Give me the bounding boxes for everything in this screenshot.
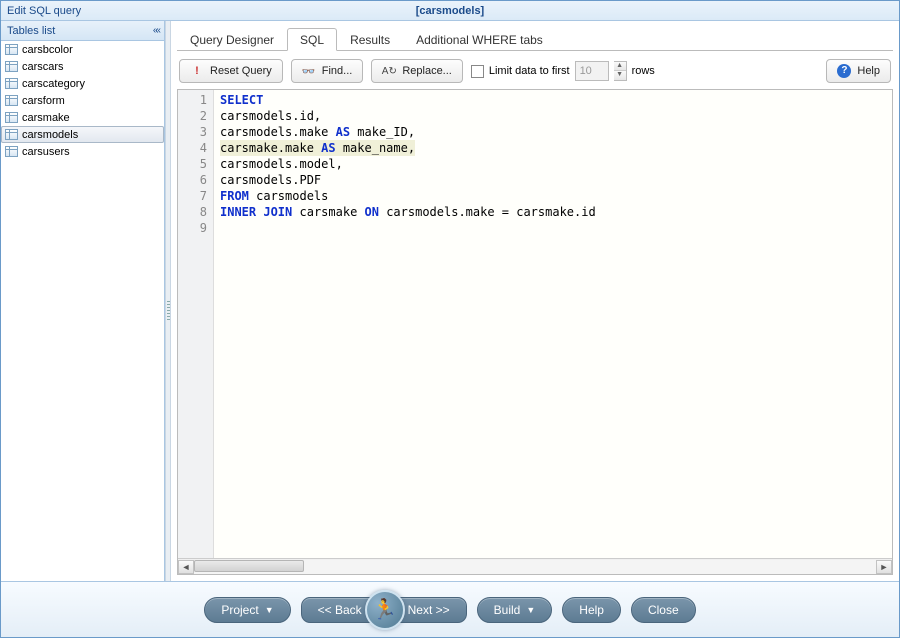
limit-group: Limit data to first ▲ ▼ rows (471, 61, 655, 81)
titlebar-center: [carsmodels] (1, 5, 899, 17)
editor-body: 123456789 SELECTcarsmodels.id,carsmodels… (178, 90, 892, 558)
back-label: << Back (318, 603, 362, 617)
scroll-thumb[interactable] (194, 560, 304, 572)
limit-spinner[interactable]: ▲ ▼ (614, 61, 627, 81)
tables-header-label: Tables list (7, 25, 55, 37)
table-item-label: carscars (22, 61, 64, 73)
build-button[interactable]: Build ▼ (477, 597, 553, 623)
tabs: Query DesignerSQLResultsAdditional WHERE… (177, 27, 893, 51)
find-label: Find... (322, 65, 353, 77)
table-item-carsmodels[interactable]: carsmodels (1, 126, 164, 143)
sql-editor-window: Edit SQL query [carsmodels] Tables list … (0, 0, 900, 638)
caret-down-icon: ▼ (265, 605, 274, 615)
table-item-label: carsmake (22, 112, 70, 124)
titlebar: Edit SQL query [carsmodels] (1, 1, 899, 21)
table-item-label: carsform (22, 95, 65, 107)
replace-icon: A↻ (382, 66, 396, 77)
table-icon (5, 78, 18, 89)
build-label: Build (494, 603, 521, 617)
exclamation-icon: ! (190, 65, 204, 77)
scroll-left-icon[interactable]: ◄ (178, 560, 194, 574)
close-button[interactable]: Close (631, 597, 696, 623)
find-button[interactable]: 👓 Find... (291, 59, 364, 83)
help-label: Help (857, 65, 880, 77)
footer-help-label: Help (579, 603, 604, 617)
limit-checkbox[interactable] (471, 65, 484, 78)
main-panel: Query DesignerSQLResultsAdditional WHERE… (171, 21, 899, 581)
collapse-icon[interactable]: «« (153, 25, 158, 36)
code-editor: 123456789 SELECTcarsmodels.id,carsmodels… (177, 89, 893, 575)
footer: Project ▼ << Back 🏃 Next >> Build ▼ Help… (1, 581, 899, 637)
rows-label: rows (632, 65, 655, 77)
caret-down-icon: ▼ (526, 605, 535, 615)
reset-query-button[interactable]: ! Reset Query (179, 59, 283, 83)
tab-sql[interactable]: SQL (287, 28, 337, 51)
replace-button[interactable]: A↻ Replace... (371, 59, 463, 83)
table-item-carsbcolor[interactable]: carsbcolor (1, 41, 164, 58)
table-item-label: carsbcolor (22, 44, 73, 56)
titlebar-left: Edit SQL query (7, 5, 81, 17)
table-icon (5, 44, 18, 55)
table-item-label: carsmodels (22, 129, 78, 141)
scroll-right-icon[interactable]: ► (876, 560, 892, 574)
tables-list: carsbcolor carscars carscategory carsform ca… (1, 41, 164, 581)
run-button[interactable]: 🏃 (365, 590, 405, 630)
table-item-label: carsusers (22, 146, 70, 158)
limit-input[interactable] (575, 61, 609, 81)
table-icon (5, 146, 18, 157)
table-item-carscars[interactable]: carscars (1, 58, 164, 75)
nav-group: << Back 🏃 Next >> (301, 590, 467, 630)
run-icon: 🏃 (372, 597, 397, 622)
tab-query-designer[interactable]: Query Designer (177, 28, 287, 51)
code-area[interactable]: SELECTcarsmodels.id,carsmodels.make AS m… (214, 90, 892, 558)
project-label: Project (221, 603, 258, 617)
replace-label: Replace... (402, 65, 452, 77)
tables-sidebar: Tables list «« carsbcolor carscars carscat… (1, 21, 165, 581)
splitter[interactable] (165, 21, 171, 581)
body: Tables list «« carsbcolor carscars carscat… (1, 21, 899, 581)
tab-results[interactable]: Results (337, 28, 403, 51)
table-item-carsusers[interactable]: carsusers (1, 143, 164, 160)
horizontal-scrollbar[interactable]: ◄ ► (178, 558, 892, 574)
table-icon (5, 95, 18, 106)
table-item-carsform[interactable]: carsform (1, 92, 164, 109)
help-button[interactable]: ? Help (826, 59, 891, 83)
limit-label: Limit data to first (489, 65, 570, 77)
tables-header[interactable]: Tables list «« (1, 21, 164, 41)
footer-help-button[interactable]: Help (562, 597, 621, 623)
project-button[interactable]: Project ▼ (204, 597, 290, 623)
table-item-label: carscategory (22, 78, 85, 90)
spinner-up-icon[interactable]: ▲ (614, 62, 626, 71)
table-icon (5, 112, 18, 123)
tab-additional-where-tabs[interactable]: Additional WHERE tabs (403, 28, 556, 51)
next-label: Next >> (408, 603, 450, 617)
table-icon (5, 61, 18, 72)
close-label: Close (648, 603, 679, 617)
toolbar: ! Reset Query 👓 Find... A↻ Replace... Li… (177, 51, 893, 89)
table-icon (5, 129, 18, 140)
scroll-track[interactable] (194, 560, 876, 574)
line-gutter: 123456789 (178, 90, 214, 558)
binoculars-icon: 👓 (302, 65, 316, 78)
table-item-carsmake[interactable]: carsmake (1, 109, 164, 126)
reset-label: Reset Query (210, 65, 272, 77)
spinner-down-icon[interactable]: ▼ (614, 71, 626, 80)
help-icon: ? (837, 64, 851, 78)
table-item-carscategory[interactable]: carscategory (1, 75, 164, 92)
